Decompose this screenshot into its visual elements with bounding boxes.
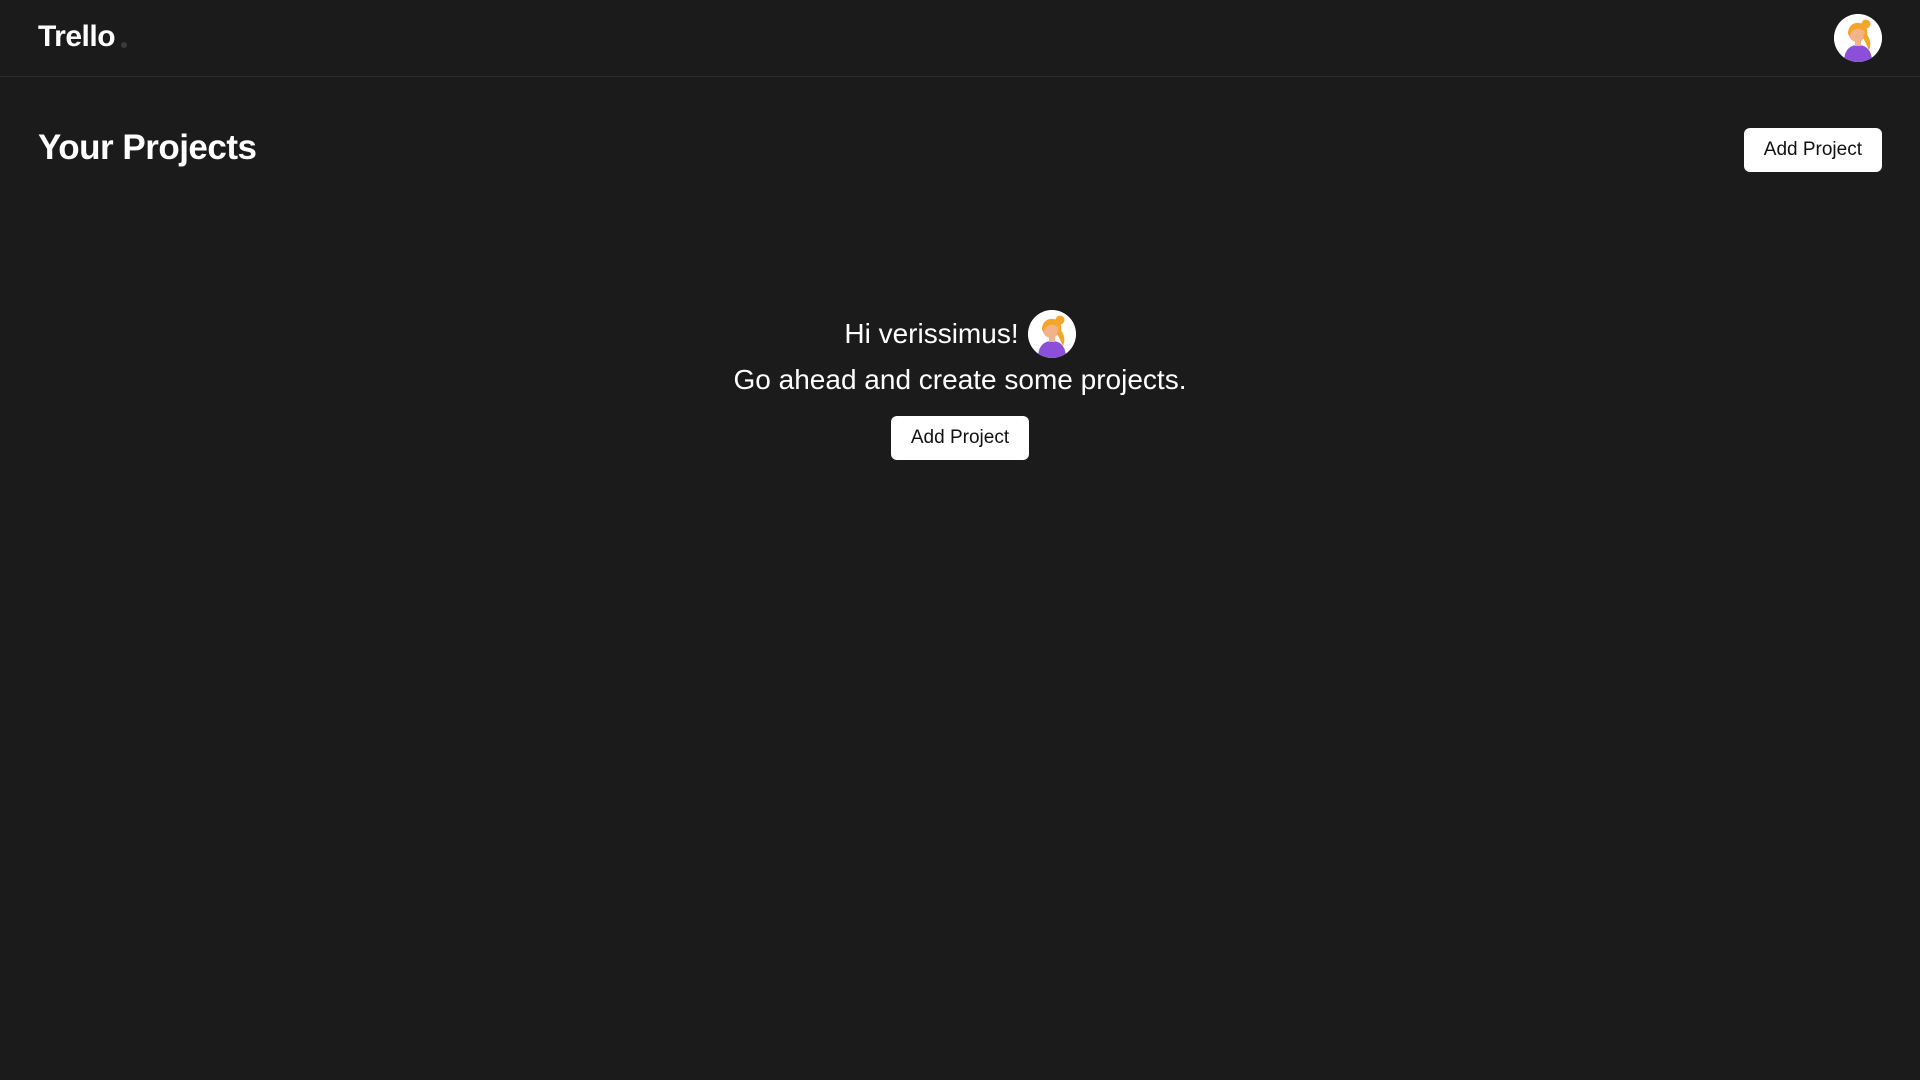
app-logo-text: Trello bbox=[38, 20, 116, 53]
empty-state: Hi verissimus! Go ahead and create some … bbox=[0, 308, 1920, 460]
page-title: Your Projects bbox=[38, 128, 257, 167]
top-navigation-bar: Trello bbox=[0, 0, 1920, 77]
empty-state-message: Go ahead and create some projects. bbox=[733, 364, 1187, 395]
add-project-button-center[interactable]: Add Project bbox=[890, 416, 1030, 460]
user-avatar-button[interactable] bbox=[1834, 14, 1882, 62]
add-project-button[interactable]: Add Project bbox=[1743, 128, 1882, 172]
greeting-avatar bbox=[1027, 310, 1076, 358]
user-avatar-icon bbox=[1834, 14, 1882, 62]
greeting-text: Hi verissimus! bbox=[844, 318, 1019, 349]
app-logo[interactable]: Trello bbox=[38, 20, 128, 54]
user-avatar-icon bbox=[1027, 310, 1076, 358]
greeting-row: Hi verissimus! bbox=[844, 308, 1076, 360]
logo-dot-icon bbox=[121, 42, 128, 48]
